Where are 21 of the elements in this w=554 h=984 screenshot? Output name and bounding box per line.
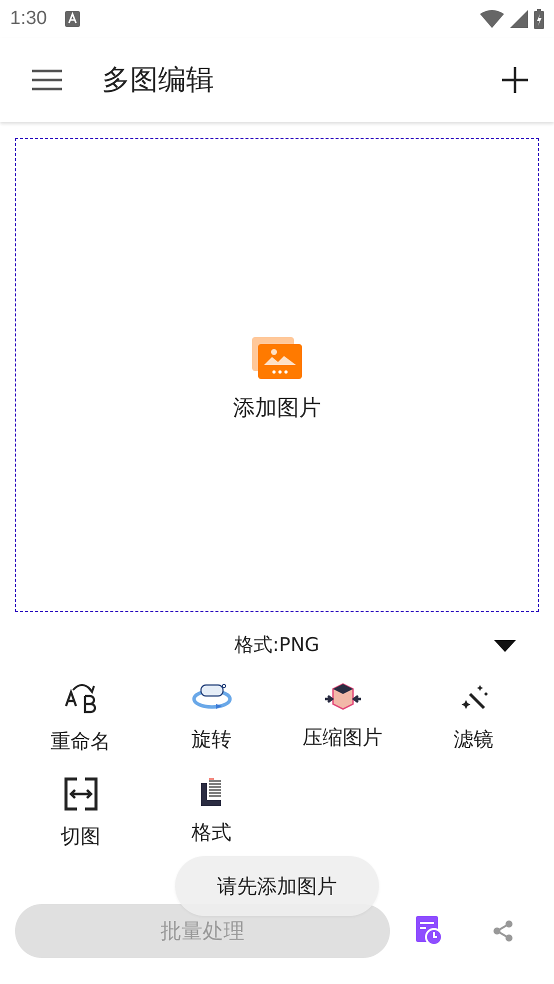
keyboard-notification-icon [64, 11, 80, 27]
add-image-icon [252, 337, 302, 379]
tool-button[interactable]: 滤镜 [408, 678, 539, 759]
tool-button[interactable]: 旋转 [146, 678, 277, 759]
tool-button[interactable]: 重命名 [15, 678, 146, 759]
toast-message: 请先添加图片 [175, 856, 379, 916]
wifi-icon [480, 10, 504, 28]
status-time: 1:30 [10, 8, 47, 30]
a-to-b-icon [62, 682, 98, 716]
signal-icon [510, 10, 528, 28]
tool-button[interactable]: 切图 [15, 773, 146, 854]
dropdown-caret-icon[interactable] [494, 640, 516, 652]
tool-button[interactable]: 压缩图片 [277, 678, 408, 759]
tool-button[interactable]: 格式 [146, 773, 277, 854]
battery-icon [534, 9, 544, 29]
compress-cube-icon [324, 682, 360, 712]
page-title: 多图编辑 [102, 62, 214, 98]
add-image-label: 添加图片 [233, 395, 321, 423]
format-select[interactable]: 格式:PNG [234, 632, 320, 658]
image-drop-zone[interactable]: 添加图片 [15, 138, 539, 612]
split-arrows-icon [62, 777, 98, 811]
